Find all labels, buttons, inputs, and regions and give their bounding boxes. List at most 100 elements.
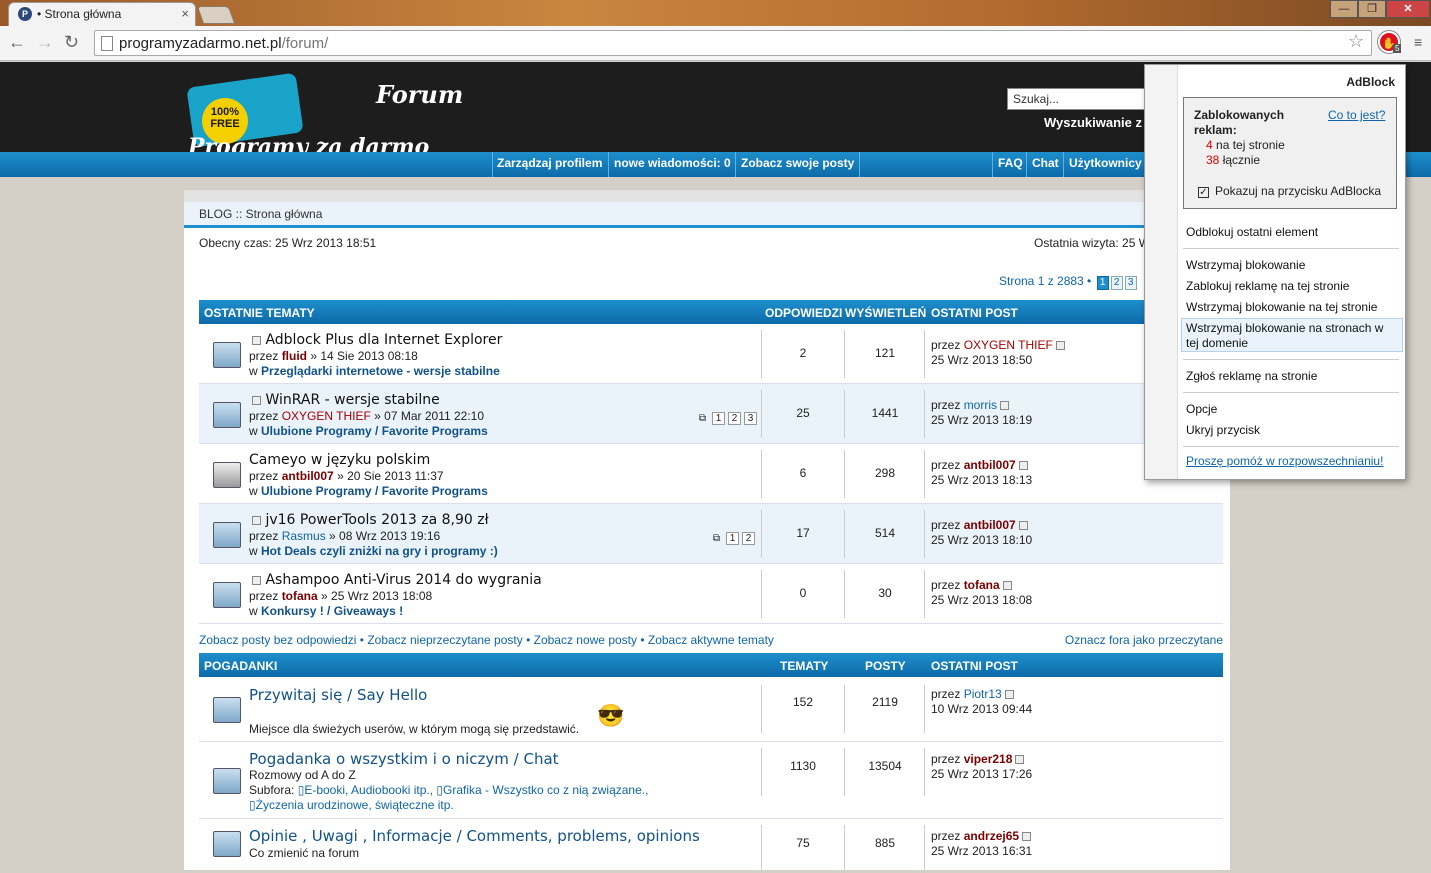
window-close-button[interactable]: ✕: [1386, 0, 1430, 18]
topic-author[interactable]: tofana: [282, 589, 318, 603]
menu-options[interactable]: Opcje: [1186, 402, 1217, 416]
subforum-link[interactable]: ▯Grafika - Wszystko co z nią związane.,: [436, 783, 648, 797]
forum-title[interactable]: Przywitaj się / Say Hello: [249, 686, 427, 704]
search-input[interactable]: [1007, 88, 1147, 110]
topic-page-link[interactable]: 1: [712, 412, 725, 425]
topic-forum: w Ulubione Programy / Favorite Programs: [249, 424, 488, 438]
last-post-user[interactable]: antbil007: [964, 458, 1016, 472]
topic-forum-link[interactable]: Ulubione Programy / Favorite Programs: [261, 484, 488, 498]
nav-users[interactable]: Użytkownicy: [1069, 156, 1142, 170]
topic-title[interactable]: WinRAR - wersje stabilne: [249, 392, 440, 408]
link-new-posts[interactable]: Zobacz nowe posty: [534, 633, 637, 647]
new-post-icon[interactable]: [252, 515, 261, 525]
goto-last-post-icon[interactable]: [1015, 755, 1025, 765]
topic-author[interactable]: Rasmus: [282, 529, 326, 543]
window-minimize-button[interactable]: —: [1330, 0, 1358, 18]
last-post-user[interactable]: tofana: [964, 578, 1000, 592]
reload-icon[interactable]: ↻: [64, 32, 79, 52]
nav-faq[interactable]: FAQ: [998, 156, 1023, 170]
topic-title-text[interactable]: jv16 PowerTools 2013 za 8,90 zł: [265, 512, 488, 528]
page-link[interactable]: 1: [1096, 276, 1109, 290]
topic-title[interactable]: Adblock Plus dla Internet Explorer: [249, 332, 502, 348]
bookmark-star-icon[interactable]: ☆: [1348, 31, 1364, 52]
mark-forums-read-link[interactable]: Oznacz fora jako przeczytane: [1065, 633, 1223, 647]
new-post-icon[interactable]: [252, 395, 261, 405]
topic-title[interactable]: Ashampoo Anti-Virus 2014 do wygrania: [249, 572, 542, 588]
nav-manage-profile[interactable]: Zarządzaj profilem: [497, 156, 602, 170]
goto-last-post-icon[interactable]: [1000, 401, 1010, 411]
nav-divider: [735, 152, 736, 177]
show-on-button-option[interactable]: ✓ Pokazuj na przycisku AdBlocka: [1198, 184, 1381, 198]
topic-page-link[interactable]: 3: [744, 412, 757, 425]
logo-forum-text[interactable]: Forum: [376, 80, 463, 109]
last-post-user[interactable]: morris: [964, 398, 997, 412]
topic-title-text[interactable]: WinRAR - wersje stabilne: [265, 392, 439, 408]
topic-title[interactable]: jv16 PowerTools 2013 za 8,90 zł: [249, 512, 489, 528]
menu-pause-on-domain[interactable]: Wstrzymaj blokowanie na stronach w tej d…: [1186, 321, 1398, 351]
topic-forum-link[interactable]: Hot Deals czyli zniżki na gry i programy…: [261, 544, 498, 558]
topic-title[interactable]: Cameyo w języku polskim: [249, 452, 430, 468]
goto-last-post-icon[interactable]: [1018, 521, 1028, 531]
forum-title[interactable]: Opinie , Uwagi , Informacje / Comments, …: [249, 827, 700, 845]
nav-chat[interactable]: Chat: [1032, 156, 1059, 170]
content-topbar: [184, 190, 1230, 202]
new-post-icon[interactable]: [252, 335, 261, 345]
last-post-user[interactable]: antbil007: [964, 518, 1016, 532]
nav-own-posts[interactable]: Zobacz swoje posty: [741, 156, 854, 170]
popup-title: AdBlock: [1346, 75, 1395, 89]
new-post-icon[interactable]: [252, 575, 261, 585]
window-maximize-button[interactable]: ❐: [1358, 0, 1386, 18]
topic-title-text[interactable]: Adblock Plus dla Internet Explorer: [265, 332, 502, 348]
forward-arrow-icon[interactable]: →: [36, 32, 54, 52]
topic-page-link[interactable]: 2: [728, 412, 741, 425]
page-link[interactable]: 3: [1124, 276, 1137, 290]
subforum-link[interactable]: ▯E-booki, Audiobooki itp.,: [298, 783, 433, 797]
link-active-topics[interactable]: Zobacz aktywne tematy: [648, 633, 774, 647]
topic-title-text[interactable]: Cameyo w języku polskim: [249, 452, 430, 468]
goto-last-post-icon[interactable]: [1004, 690, 1014, 700]
topic-author[interactable]: fluid: [282, 349, 307, 363]
goto-last-post-icon[interactable]: [1002, 581, 1012, 591]
menu-pause[interactable]: Wstrzymaj blokowanie: [1186, 258, 1305, 272]
topic-forum-link[interactable]: Ulubione Programy / Favorite Programs: [261, 424, 488, 438]
new-tab-button[interactable]: [196, 6, 236, 24]
by-label: przez: [931, 829, 961, 843]
link-unread[interactable]: Zobacz nieprzeczytane posty: [367, 633, 522, 647]
what-is-this-link[interactable]: Co to jest?: [1328, 108, 1385, 122]
goto-last-post-icon[interactable]: [1055, 341, 1065, 351]
topic-author[interactable]: OXYGEN THIEF: [282, 409, 371, 423]
menu-block-ad-on-page[interactable]: Zablokuj reklamę na tej stronie: [1186, 279, 1349, 293]
browser-tab[interactable]: P • Strona główna ×: [8, 2, 196, 26]
topic-title-text[interactable]: Ashampoo Anti-Virus 2014 do wygrania: [265, 572, 541, 588]
subforum-link[interactable]: ▯Życzenia urodzinowe, świąteczne itp.: [249, 798, 454, 812]
link-unanswered[interactable]: Zobacz posty bez odpowiedzi: [199, 633, 356, 647]
breadcrumb[interactable]: BLOG :: Strona główna: [184, 202, 1230, 228]
last-post-user[interactable]: viper218: [964, 752, 1013, 766]
forum-title[interactable]: Pogadanka o wszystkim i o niczym / Chat: [249, 750, 559, 768]
topic-page-link[interactable]: 2: [742, 532, 755, 545]
menu-hide-button[interactable]: Ukryj przycisk: [1186, 423, 1260, 437]
advanced-search-link[interactable]: Wyszukiwanie z: [1044, 115, 1142, 130]
goto-last-post-icon[interactable]: [1018, 461, 1028, 471]
topic-forum-link[interactable]: Konkursy ! / Giveaways !: [261, 604, 403, 618]
last-post-user[interactable]: OXYGEN THIEF: [964, 338, 1053, 352]
menu-report-ad[interactable]: Zgłoś reklamę na stronie: [1186, 369, 1317, 383]
last-post-user[interactable]: andrzej65: [964, 829, 1019, 843]
goto-last-post-icon[interactable]: [1022, 832, 1032, 842]
menu-unblock-last[interactable]: Odblokuj ostatni element: [1186, 225, 1318, 239]
page-link[interactable]: 2: [1110, 276, 1123, 290]
last-post-user[interactable]: Piotr13: [964, 687, 1002, 701]
help-spread-link[interactable]: Proszę pomóż w rozpowszechnianiu!: [1186, 454, 1383, 468]
topic-author[interactable]: antbil007: [282, 469, 334, 483]
col-divider: [844, 330, 845, 378]
menu-pause-on-page[interactable]: Wstrzymaj blokowanie na tej stronie: [1186, 300, 1377, 314]
topic-forum-link[interactable]: Przeglądarki internetowe - wersje stabil…: [261, 364, 500, 378]
address-bar[interactable]: programyzadarmo.net.pl/forum/: [94, 30, 1372, 56]
tab-close-icon[interactable]: ×: [181, 6, 189, 21]
back-arrow-icon[interactable]: ←: [8, 32, 26, 52]
topic-page-link[interactable]: 1: [726, 532, 739, 545]
nav-new-messages[interactable]: nowe wiadomości: 0: [614, 156, 731, 170]
checkbox-checked-icon[interactable]: ✓: [1198, 187, 1209, 198]
browser-menu-icon[interactable]: ≡: [1414, 35, 1422, 49]
url-path: /forum/: [281, 35, 329, 52]
